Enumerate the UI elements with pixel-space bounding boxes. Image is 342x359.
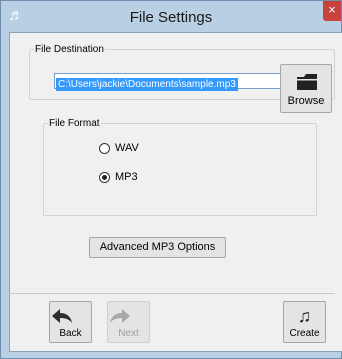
folder-icon [297, 74, 317, 90]
back-arrow-icon [52, 309, 72, 323]
music-note-icon: ♫ [297, 306, 312, 326]
file-format-legend: File Format [49, 118, 100, 129]
file-settings-window: ♬ File Settings × File Destination C:\Us… [0, 0, 342, 359]
next-label: Next [118, 328, 139, 339]
file-path-selected-text: C:\Users\jackie\Documents\sample.mp3 [56, 78, 238, 91]
create-label: Create [289, 328, 320, 339]
back-button[interactable]: Back [49, 301, 92, 343]
radio-wav[interactable] [99, 142, 110, 154]
radio-mp3[interactable] [99, 171, 110, 183]
next-button[interactable]: Next [107, 301, 150, 343]
file-path-input[interactable]: C:\Users\jackie\Documents\sample.mp3 [54, 73, 302, 91]
browse-label: Browse [287, 95, 325, 107]
window-title: File Settings [129, 9, 213, 26]
browse-button[interactable]: Browse [280, 64, 332, 113]
close-button[interactable]: × [323, 1, 341, 21]
format-option-wav[interactable]: WAV [99, 140, 139, 156]
file-format-group: File Format [43, 118, 317, 216]
next-arrow-icon [110, 309, 130, 323]
file-destination-legend: File Destination [35, 44, 104, 55]
title-bar[interactable]: ♬ File Settings × [1, 1, 341, 32]
format-option-mp3[interactable]: MP3 [99, 169, 138, 185]
advanced-mp3-options-button[interactable]: Advanced MP3 Options [89, 237, 226, 258]
format-option-wav-label: WAV [115, 142, 139, 154]
format-option-mp3-label: MP3 [115, 171, 138, 183]
back-label: Back [59, 328, 82, 339]
create-button[interactable]: ♫ Create [283, 301, 326, 343]
